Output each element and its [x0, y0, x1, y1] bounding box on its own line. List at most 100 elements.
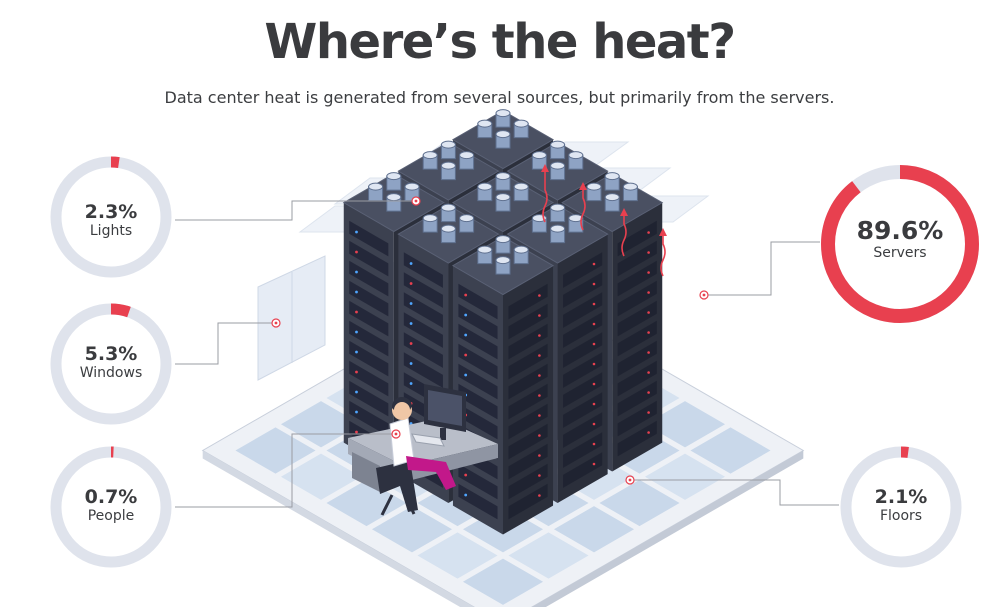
status-led	[355, 350, 358, 354]
cooling-fan-top	[550, 203, 566, 212]
status-led	[355, 310, 358, 314]
status-led	[647, 371, 650, 374]
cooling-fan-top	[622, 182, 638, 191]
cooling-fan-top	[422, 214, 438, 223]
cooling-fan-top	[386, 172, 402, 181]
cooling-fan-top	[459, 214, 475, 223]
cooling-fan-top	[495, 193, 511, 202]
status-led	[464, 293, 468, 297]
status-led	[592, 262, 596, 266]
status-led	[592, 382, 596, 386]
status-led	[647, 311, 650, 314]
lights-percent: 2.3%	[84, 201, 138, 223]
status-led	[592, 322, 596, 326]
windows-label: Windows	[79, 365, 143, 381]
status-led	[538, 394, 541, 397]
cooling-fan-top	[440, 161, 456, 170]
cooling-fan-top	[459, 151, 475, 160]
status-led	[538, 494, 541, 497]
status-led	[538, 374, 541, 377]
donut-lights: 2.3% Lights	[49, 155, 173, 279]
monitor-stand	[440, 428, 446, 440]
monitor-screen	[428, 390, 462, 426]
cooling-fan-top	[550, 140, 566, 149]
status-led	[592, 402, 596, 406]
status-led	[592, 342, 596, 346]
status-led	[464, 473, 468, 477]
donut-floors: 2.1% Floors	[839, 445, 963, 569]
status-led	[355, 290, 358, 294]
marker-dot	[628, 478, 632, 482]
status-led	[464, 333, 468, 337]
status-led	[409, 362, 413, 365]
status-led	[464, 313, 468, 317]
status-led	[538, 434, 541, 437]
status-led	[647, 391, 650, 394]
cooling-fan-top	[495, 130, 511, 139]
status-led	[592, 302, 596, 306]
status-led	[355, 370, 358, 374]
status-led	[409, 342, 413, 345]
marker-dot	[702, 293, 706, 297]
cooling-fan-top	[531, 151, 547, 160]
cooling-fan-top	[604, 193, 620, 202]
donut-windows: 5.3% Windows	[49, 302, 173, 426]
status-led	[538, 454, 541, 457]
status-led	[592, 282, 596, 286]
status-led	[538, 414, 541, 417]
status-led	[355, 230, 358, 234]
cooling-fan-top	[495, 109, 511, 118]
status-led	[647, 331, 650, 334]
status-led	[647, 411, 650, 414]
status-led	[464, 353, 468, 357]
cooling-fan-top	[586, 182, 602, 191]
status-led	[592, 462, 596, 466]
cooling-fan-top	[513, 119, 529, 128]
status-led	[647, 351, 650, 354]
marker-dot	[394, 432, 398, 436]
cooling-fan-top	[513, 245, 529, 254]
status-led	[409, 262, 413, 265]
status-led	[538, 334, 541, 337]
status-led	[409, 282, 413, 285]
status-led	[538, 354, 541, 357]
status-led	[647, 251, 650, 254]
status-led	[355, 330, 358, 334]
cooling-fan-top	[477, 119, 493, 128]
status-led	[355, 250, 358, 254]
status-led	[409, 322, 413, 325]
cooling-fan-top	[368, 182, 384, 191]
cooling-fan-top	[440, 140, 456, 149]
donut-people: 0.7% People	[49, 445, 173, 569]
status-led	[355, 430, 358, 434]
status-led	[538, 294, 541, 297]
windows-percent: 5.3%	[84, 343, 138, 365]
cooling-fan-top	[477, 245, 493, 254]
status-led	[647, 431, 650, 434]
status-led	[538, 474, 541, 477]
cooling-fan-top	[404, 182, 420, 191]
cooling-fan-top	[440, 203, 456, 212]
servers-percent: 89.6%	[856, 216, 944, 245]
status-led	[464, 373, 468, 377]
cooling-fan-top	[568, 151, 584, 160]
servers-label: Servers	[873, 245, 927, 261]
status-led	[355, 410, 358, 414]
leader-line	[704, 241, 820, 296]
cooling-fan-top	[495, 256, 511, 265]
floors-percent: 2.1%	[874, 486, 928, 508]
status-led	[592, 362, 596, 366]
cooling-fan-top	[386, 193, 402, 202]
status-led	[464, 493, 468, 497]
cooling-fan-top	[604, 172, 620, 181]
cooling-fan-top	[495, 235, 511, 244]
cooling-fan-top	[495, 172, 511, 181]
cooling-fan-top	[513, 182, 529, 191]
cooling-fan-top	[550, 161, 566, 170]
status-led	[355, 390, 358, 394]
lights-label: Lights	[89, 223, 133, 239]
people-percent: 0.7%	[84, 486, 138, 508]
status-led	[538, 314, 541, 317]
cooling-fan-top	[477, 182, 493, 191]
marker-dot	[274, 321, 278, 325]
